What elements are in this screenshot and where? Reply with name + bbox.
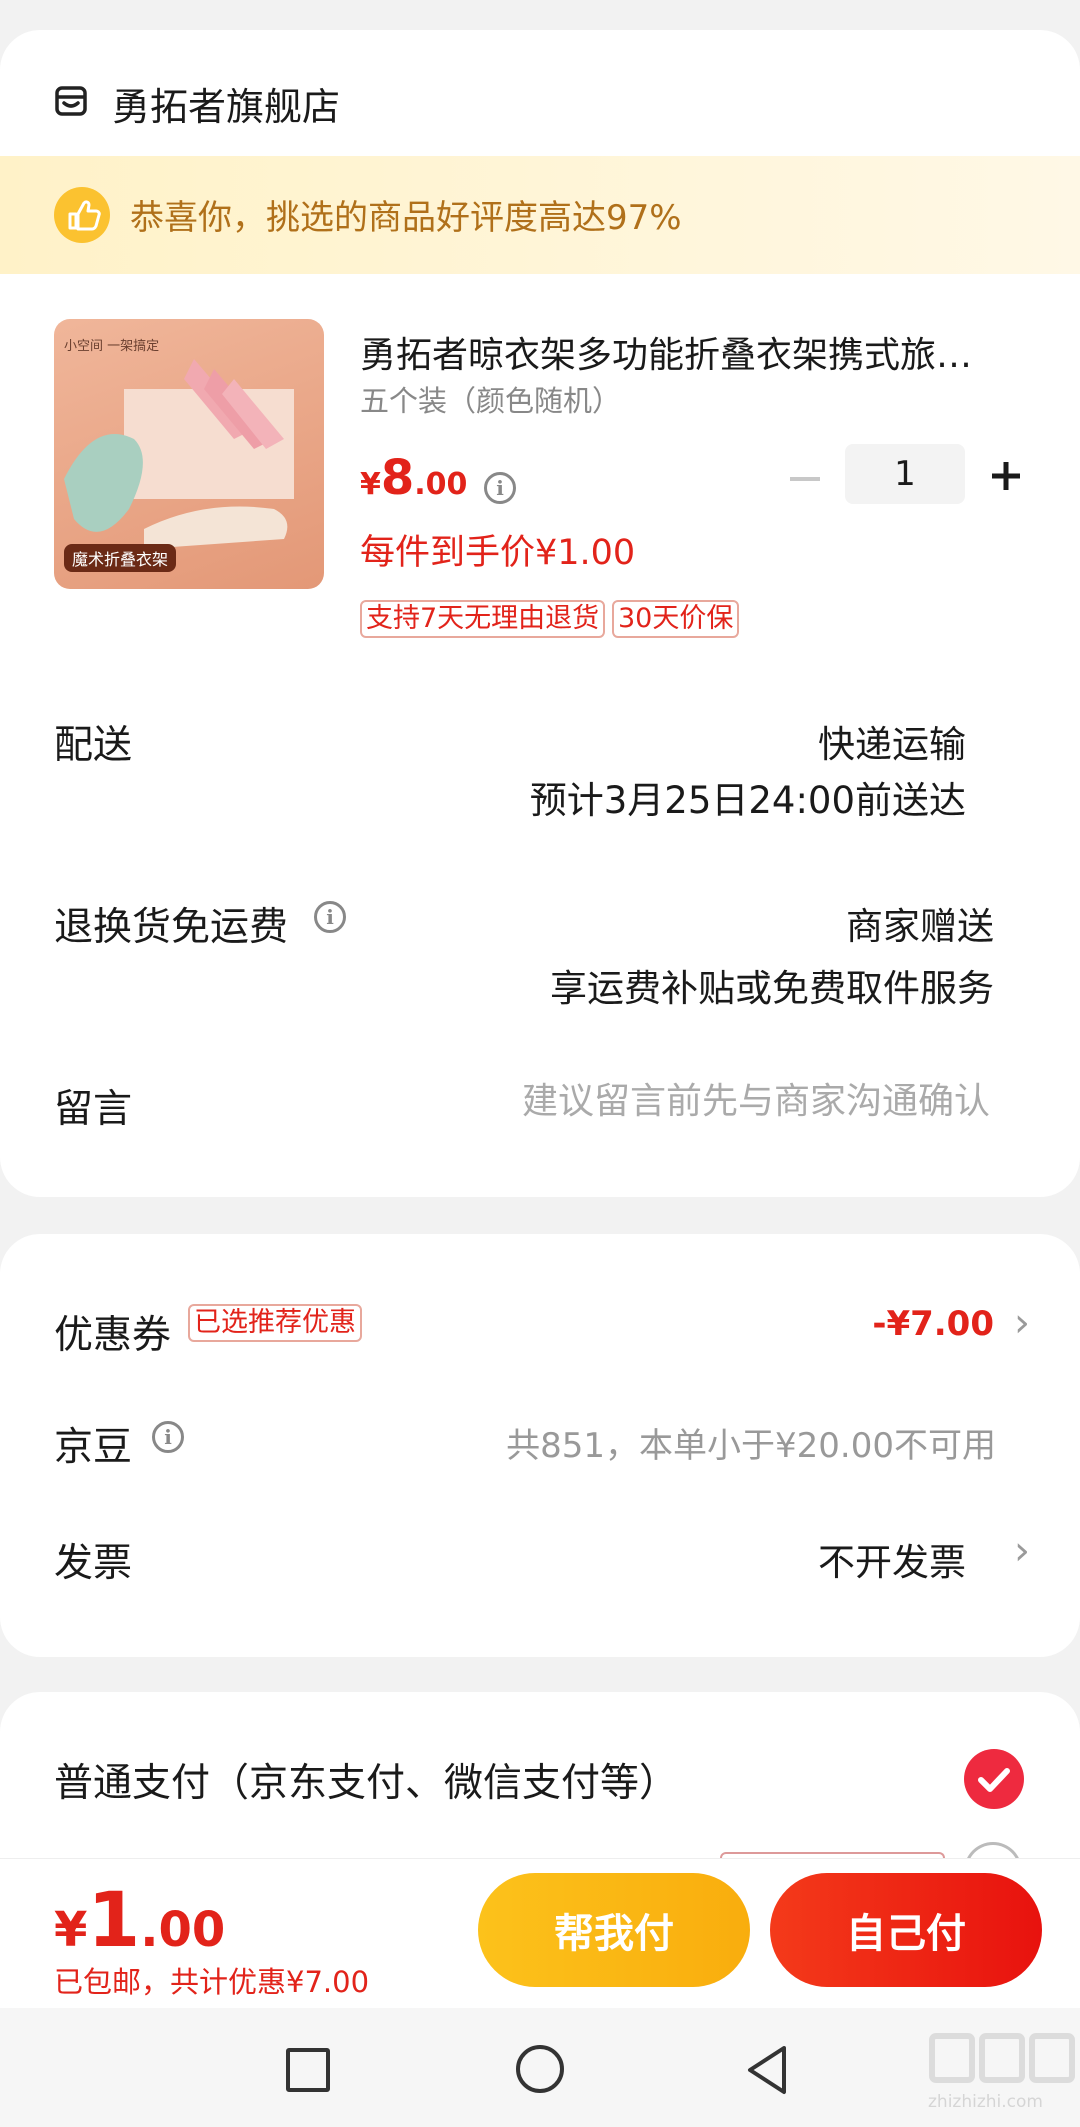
total-integer: 1 <box>87 1875 141 1964</box>
price-decimal: .00 <box>414 467 468 502</box>
coupon-value[interactable]: -¥7.00 <box>872 1304 994 1344</box>
recent-apps-icon[interactable] <box>286 2048 330 2092</box>
back-icon[interactable] <box>744 2044 792 2096</box>
quantity-value[interactable]: 1 <box>845 444 965 504</box>
payment-selected-checkbox[interactable] <box>964 1749 1024 1809</box>
quantity-increase-button[interactable] <box>990 460 1022 492</box>
message-input[interactable] <box>420 1070 990 1132</box>
invoice-label: 发票 <box>54 1541 133 1586</box>
quantity-decrease-button[interactable] <box>790 477 820 481</box>
return-shipping-value: 商家赠送 <box>846 905 994 948</box>
product-image-label: 魔术折叠衣架 <box>64 544 177 572</box>
coupon-chevron-icon[interactable]: › <box>1014 1300 1030 1346</box>
store-name: 勇拓者旗舰店 <box>112 85 341 129</box>
product-title[interactable]: 勇拓者晾衣架多功能折叠衣架携式旅… <box>360 326 1040 378</box>
coupon-badge: 已选推荐优惠 <box>188 1304 362 1342</box>
product-price: ¥8.00 <box>360 450 467 506</box>
message-label: 留言 <box>54 1087 133 1132</box>
self-pay-button[interactable]: 自己付 <box>770 1873 1042 1987</box>
tag-return-policy: 支持7天无理由退货 <box>360 600 606 638</box>
checkout-bar: ¥1.00 已包邮，共计优惠¥7.00 帮我付 自己付 <box>0 1858 1080 2008</box>
unit-price: 每件到手价¥1.00 <box>360 533 636 573</box>
return-shipping-desc: 享运费补贴或免费取件服务 <box>550 967 994 1010</box>
discount-card: 优惠券 已选推荐优惠 -¥7.00 › 京豆 i 共851，本单小于¥20.00… <box>0 1234 1080 1657</box>
thumbs-up-icon <box>54 187 110 243</box>
price-integer: 8 <box>380 450 415 506</box>
invoice-value[interactable]: 不开发票 <box>818 1532 966 1586</box>
price-symbol: ¥ <box>360 467 381 502</box>
total-summary: 已包邮，共计优惠¥7.00 <box>54 1965 370 1999</box>
price-info-icon[interactable]: i <box>484 472 516 504</box>
delivery-method[interactable]: 快递运输 <box>818 714 966 768</box>
total-price: ¥1.00 <box>54 1875 225 1964</box>
jingdou-value: 共851，本单小于¥20.00不可用 <box>506 1426 996 1466</box>
watermark: zhizhizhi.com <box>928 2030 1078 2120</box>
invoice-chevron-icon[interactable]: › <box>1014 1528 1030 1574</box>
payment-option-label[interactable]: 普通支付（京东支付、微信支付等） <box>54 1752 678 1808</box>
rating-banner: 恭喜你，挑选的商品好评度高达97% <box>0 156 1080 274</box>
store-icon <box>54 84 88 118</box>
home-icon[interactable] <box>516 2045 564 2093</box>
order-card: 勇拓者旗舰店 恭喜你，挑选的商品好评度高达97% 小空间 一架搞定 魔术折叠衣架… <box>0 30 1080 1197</box>
total-symbol: ¥ <box>54 1902 88 1958</box>
jingdou-label: 京豆 <box>54 1425 133 1470</box>
delivery-label: 配送 <box>54 723 133 768</box>
system-nav-bar: zhizhizhi.com <box>0 2008 1080 2127</box>
product-variant[interactable]: 五个装（颜色随机） <box>360 378 621 420</box>
product-image[interactable]: 小空间 一架搞定 魔术折叠衣架 <box>54 319 324 589</box>
tag-price-protection: 30天价保 <box>612 600 740 638</box>
jingdou-info-icon[interactable]: i <box>152 1421 184 1453</box>
delivery-eta[interactable]: 预计3月25日24:00前送达 <box>530 770 966 824</box>
coupon-label: 优惠券 <box>54 1313 172 1358</box>
total-decimal: .00 <box>140 1902 226 1958</box>
banner-text: 恭喜你，挑选的商品好评度高达97% <box>130 198 682 238</box>
return-shipping-info-icon[interactable]: i <box>314 901 346 933</box>
return-shipping-label: 退换货免运费 <box>54 905 289 950</box>
store-header[interactable]: 勇拓者旗舰店 <box>54 70 654 140</box>
help-pay-button[interactable]: 帮我付 <box>478 1873 750 1987</box>
